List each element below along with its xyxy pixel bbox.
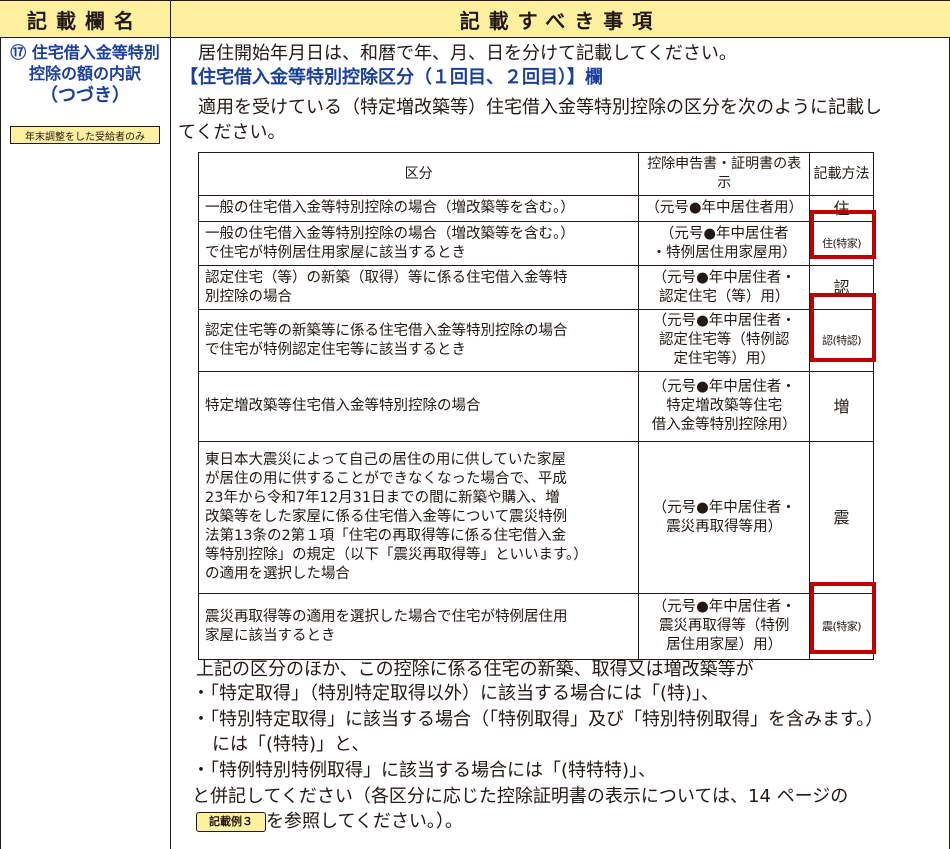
- table-row: 震災再取得等の適用を選択した場合で住宅が特例居住用 家屋に該当するとき （元号●年中…: [197, 593, 874, 660]
- table-row: 一般の住宅借入金等特別控除の場合（増改築等を含む。） で住宅が特例居住用家屋に該当…: [197, 221, 874, 266]
- cell-houhou: 震: [809, 441, 874, 594]
- bullet-tokubetsu-b: には「(特特)」と、: [212, 734, 370, 755]
- cell-kubun-line: で住宅が特例居住用家屋に該当するとき: [205, 244, 466, 261]
- page: 記載欄名 記載すべき事項 ⑰ 住宅借入金等特別 控除の額の内訳 （つづき） 年末…: [0, 0, 950, 849]
- cell-kubun-line: 法第13条の2第１項「住宅の再取得等に係る住宅借入金: [205, 528, 567, 544]
- field-name-line3: （つづき）: [40, 85, 130, 106]
- cell-kubun-line: 特定増改築等住宅借入金等特別控除の場合: [205, 398, 481, 414]
- cell-kubun-line: 認定住宅等の新築等に係る住宅借入金等特別控除の場合: [205, 322, 568, 339]
- left-column: ⑰ 住宅借入金等特別 控除の額の内訳 （つづき） 年末調整をした受給者のみ: [0, 38, 171, 849]
- cell-hyouji: （元号●年中居住者・ 震災再取得等（特例 居住用家屋）用）: [638, 593, 811, 660]
- cell-kubun: 認定住宅等の新築等に係る住宅借入金等特別控除の場合 で住宅が特例認定住宅等に該当す…: [197, 309, 640, 372]
- col-header-hyouji: 控除申告書・証明書の表示: [638, 152, 811, 196]
- header-row: 記載欄名 記載すべき事項: [0, 0, 950, 38]
- cell-kubun-line: 一般の住宅借入金等特別控除の場合（増改築等を含む。）: [205, 225, 575, 242]
- cell-hyouji-line: 借入金等特別控除用）: [651, 417, 797, 433]
- cell-kubun: 一般の住宅借入金等特別控除の場合（増改築等を含む。）: [197, 195, 640, 222]
- applicability-badge: 年末調整をした受給者のみ: [10, 126, 160, 144]
- col-header-houhou: 記載方法: [809, 152, 874, 196]
- cell-kubun-line: が居住の用に供することができなくなった場合で、平成: [205, 471, 567, 487]
- intro-paragraph-1: 居住開始年月日は、和暦で年、月、日を分けて記載してください。: [198, 43, 737, 64]
- table-row: 東日本大震災によって自己の居住の用に供していた家屋 が居住の用に供することができな…: [197, 441, 874, 594]
- table-header-row: 区分 控除申告書・証明書の表示 記載方法: [197, 152, 874, 196]
- section-heading: 【住宅借入金等特別控除区分（１回目、２回目）】欄: [180, 67, 603, 88]
- table-body: 一般の住宅借入金等特別控除の場合（増改築等を含む。） （元号●年中居住者用）住一般…: [197, 195, 874, 660]
- after-paragraph-1: 上記の区分のほか、この控除に係る住宅の新築、取得又は増改築等が: [196, 659, 754, 680]
- cell-hyouji-line: 認定住宅等（特例認: [658, 332, 790, 348]
- highlight-box-row2: [810, 210, 876, 259]
- cell-kubun-line: 等特別控除」の規定（以下「震災再取得等」といいます。）: [205, 547, 588, 563]
- cell-hyouji-line: （元号●年中居住者・: [652, 269, 796, 286]
- highlight-box-row4: [810, 293, 876, 362]
- bullet-tokutei: ・「特定取得」（特別特定取得以外）に該当する場合には「(特)」、: [192, 683, 720, 704]
- cell-kubun-line: で住宅が特例認定住宅等に該当するとき: [205, 341, 466, 358]
- cell-hyouji-line: 震災再取得等（特例: [658, 618, 790, 634]
- after-paragraph-2: と併記してください（各区分に応じた控除証明書の表示については、14 ページの: [192, 786, 849, 807]
- cell-hyouji-line: （元号●年中居住者・: [652, 599, 796, 615]
- cell-kubun-line: 認定住宅（等）の新築（取得）等に係る住宅借入金等特: [205, 269, 568, 286]
- cell-kubun-line: 改築等をした家屋に係る住宅借入金等について震災特例: [205, 509, 568, 525]
- cell-hyouji-line: 居住用家屋）用）: [666, 637, 783, 653]
- cell-houhou: 増: [809, 371, 874, 442]
- kubun-table: 区分 控除申告書・証明書の表示 記載方法 一般の住宅借入金等特別控除の場合（増改…: [197, 152, 874, 660]
- cell-hyouji: （元号●年中居住者・ 認定住宅（等）用）: [638, 265, 811, 310]
- after-paragraph-3: 記載例３ を参照してください。）。: [196, 810, 463, 834]
- cell-kubun-line: の適用を選択した場合: [205, 566, 350, 582]
- after-paragraph-3-text: を参照してください。）。: [266, 811, 463, 832]
- cell-hyouji: （元号●年中居住者・ 震災再取得等用）: [638, 441, 811, 594]
- cell-hyouji-line: （元号●年中居住者・: [652, 499, 796, 516]
- cell-hyouji-line: 定住宅等）用）: [673, 351, 775, 367]
- cell-kubun: 東日本大震災によって自己の居住の用に供していた家屋 が居住の用に供することができな…: [197, 441, 640, 594]
- table-row: 認定住宅（等）の新築（取得）等に係る住宅借入金等特 別控除の場合 （元号●年中居住者…: [197, 265, 874, 310]
- cell-kubun-line: 23年から令和7年12月31日までの間に新築や購入、増: [205, 490, 560, 506]
- example-marker: 記載例３: [196, 812, 266, 832]
- cell-kubun: 認定住宅（等）の新築（取得）等に係る住宅借入金等特 別控除の場合: [197, 265, 640, 310]
- cell-hyouji-line: （元号●年中居住者: [659, 225, 789, 242]
- cell-kubun: 一般の住宅借入金等特別控除の場合（増改築等を含む。） で住宅が特例居住用家屋に該当…: [197, 221, 640, 266]
- cell-kubun-line: 震災再取得等の適用を選択した場合で住宅が特例居住用: [205, 608, 568, 625]
- cell-kubun: 特定増改築等住宅借入金等特別控除の場合: [197, 371, 640, 442]
- highlight-box-row7: [810, 582, 876, 654]
- cell-kubun: 震災再取得等の適用を選択した場合で住宅が特例居住用 家屋に該当するとき: [197, 593, 640, 660]
- table-row: 一般の住宅借入金等特別控除の場合（増改築等を含む。） （元号●年中居住者用）住: [197, 195, 874, 222]
- cell-kubun-line: 一般の住宅借入金等特別控除の場合（増改築等を含む。）: [205, 200, 575, 216]
- cell-kubun-line: 家屋に該当するとき: [205, 627, 336, 644]
- table-row: 認定住宅等の新築等に係る住宅借入金等特別控除の場合 で住宅が特例認定住宅等に該当す…: [197, 309, 874, 372]
- cell-hyouji-line: 特定増改築等住宅: [666, 398, 783, 414]
- intro-paragraph-2a: 適用を受けている（特定増改築等）住宅借入金等特別控除の区分を次のように記載し: [198, 97, 882, 118]
- cell-kubun-line: 東日本大震災によって自己の居住の用に供していた家屋: [205, 452, 566, 468]
- cell-hyouji: （元号●年中居住者・ 認定住宅等（特例認 定住宅等）用）: [638, 309, 811, 372]
- cell-kubun-line: 別控除の場合: [205, 288, 292, 305]
- header-field-name: 記載欄名: [0, 1, 171, 37]
- col-header-kubun: 区分: [197, 152, 640, 196]
- cell-hyouji-line: 震災再取得等用）: [666, 518, 783, 535]
- cell-hyouji: （元号●年中居住者 ・特例居住用家屋用）: [638, 221, 811, 266]
- cell-hyouji-line: ・特例居住用家屋用）: [651, 244, 797, 261]
- header-instructions: 記載すべき事項: [171, 1, 950, 37]
- field-name: ⑰ 住宅借入金等特別 控除の額の内訳 （つづき）: [4, 42, 166, 108]
- intro-paragraph-2b: てください。: [178, 122, 286, 143]
- bullet-tokurei: ・「特例特別特例取得」に該当する場合には「(特特特)」、: [192, 760, 657, 781]
- table-row: 特定増改築等住宅借入金等特別控除の場合 （元号●年中居住者・ 特定増改築等住宅 借入金…: [197, 371, 874, 442]
- bullet-tokubetsu-a: ・「特別特定取得」に該当する場合（「特例取得」及び「特別特例取得」を含みます。）: [192, 709, 884, 730]
- cell-hyouji: （元号●年中居住者・ 特定増改築等住宅 借入金等特別控除用）: [638, 371, 811, 442]
- cell-hyouji-line: （元号●年中居住者・: [652, 379, 796, 395]
- cell-hyouji-line: （元号●年中居住者用）: [645, 200, 804, 216]
- field-name-line2: 控除の額の内訳: [28, 64, 141, 83]
- cell-hyouji-line: （元号●年中居住者・: [652, 313, 796, 329]
- cell-hyouji-line: 認定住宅（等）用）: [658, 288, 790, 305]
- field-name-line1: ⑰ 住宅借入金等特別: [10, 43, 160, 62]
- cell-hyouji: （元号●年中居住者用）: [638, 195, 811, 222]
